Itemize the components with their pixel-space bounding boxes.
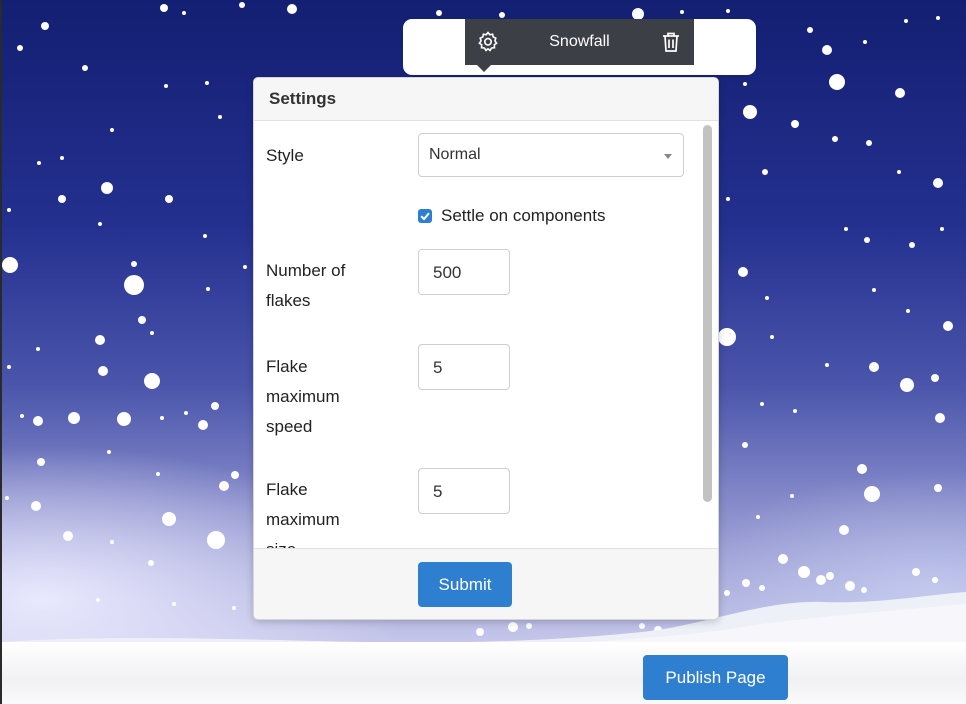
size-label-line: size <box>266 535 340 548</box>
settings-scrollbar[interactable] <box>703 125 712 502</box>
settings-header: Settings <box>254 78 718 121</box>
size-value: 5 <box>433 482 443 501</box>
style-select[interactable]: Normal <box>418 133 684 177</box>
speed-label-line: Flake <box>266 357 308 376</box>
flakes-label-line: flakes <box>266 291 311 310</box>
speed-input[interactable]: 5 <box>418 344 510 390</box>
size-input[interactable]: 5 <box>418 468 510 514</box>
chevron-down-icon <box>664 154 672 159</box>
gear-icon[interactable] <box>465 19 511 65</box>
page-canvas: Snowfall Settings Style Normal Settle on… <box>0 0 966 704</box>
settings-popover: Settings Style Normal Settle on componen… <box>253 77 719 620</box>
size-label: Flake maximum size <box>266 475 340 548</box>
settle-checkbox-row[interactable]: Settle on components <box>418 201 605 231</box>
submit-button[interactable]: Submit <box>418 562 512 607</box>
toolbar-pointer <box>477 65 491 72</box>
speed-label-line: speed <box>266 417 313 436</box>
flakes-value: 500 <box>433 263 462 282</box>
speed-value: 5 <box>433 358 443 377</box>
speed-label: Flake maximum speed <box>266 352 340 442</box>
publish-page-button[interactable]: Publish Page <box>643 655 788 700</box>
trash-icon[interactable] <box>648 19 694 65</box>
settle-label: Settle on components <box>441 206 606 225</box>
style-select-value: Normal <box>429 146 481 163</box>
flakes-label: Number of flakes <box>266 256 345 316</box>
page-footer-area <box>2 642 966 704</box>
settle-checkbox[interactable] <box>418 209 432 223</box>
settings-title: Settings <box>269 89 337 108</box>
flakes-label-line: Number of <box>266 261 346 280</box>
component-title: Snowfall <box>549 33 610 50</box>
size-label-line: maximum <box>266 510 340 529</box>
checkmark-icon <box>420 212 430 221</box>
component-toolbar: Snowfall <box>465 19 694 65</box>
flakes-input[interactable]: 500 <box>418 249 510 295</box>
settings-footer: Submit <box>254 548 718 619</box>
style-label: Style <box>266 146 304 165</box>
size-label-line: Flake <box>266 480 308 499</box>
settings-form[interactable]: Style Normal Settle on components Number… <box>254 121 718 548</box>
speed-label-line: maximum <box>266 387 340 406</box>
